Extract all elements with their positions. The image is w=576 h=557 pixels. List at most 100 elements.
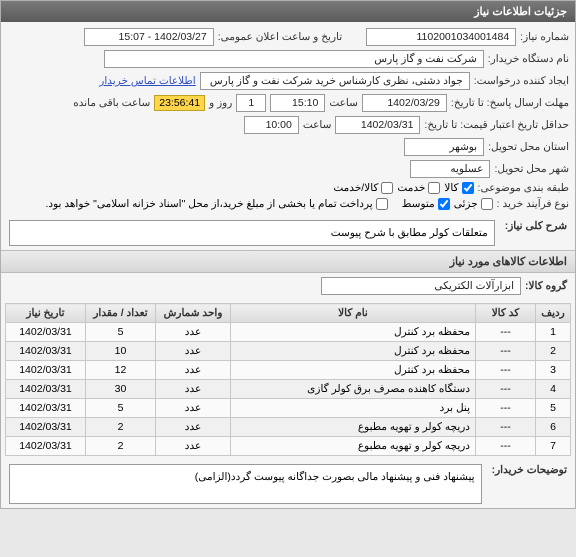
- goods-table: ردیف کد کالا نام کالا واحد شمارش تعداد /…: [5, 303, 571, 456]
- valid-date: 1402/03/31: [335, 116, 420, 134]
- goods-table-wrap: ردیف کد کالا نام کالا واحد شمارش تعداد /…: [1, 303, 575, 456]
- requester-label: ایجاد کننده درخواست:: [474, 75, 569, 87]
- chk-partial-input[interactable]: [481, 198, 493, 210]
- chk-both-label: کالا/خدمت: [333, 182, 378, 194]
- chk-service-input[interactable]: [428, 182, 440, 194]
- cell-date: 1402/03/31: [6, 437, 86, 456]
- cell-unit: عدد: [156, 323, 231, 342]
- cell-name: دریچه کولر و تهویه مطبوع: [231, 437, 476, 456]
- cell-n: 5: [536, 399, 571, 418]
- chk-medium[interactable]: متوسط: [402, 198, 450, 210]
- cell-unit: عدد: [156, 380, 231, 399]
- cell-name: محفظه برد کنترل: [231, 323, 476, 342]
- table-row[interactable]: 2---محفظه برد کنترلعدد101402/03/31: [6, 342, 571, 361]
- category-label: طبقه بندی موضوعی:: [478, 182, 569, 194]
- cell-unit: عدد: [156, 399, 231, 418]
- cell-code: ---: [476, 361, 536, 380]
- row-deadline: مهلت ارسال پاسخ: تا تاریخ: 1402/03/29 سا…: [7, 92, 569, 114]
- deadline-time: 15:10: [270, 94, 325, 112]
- cell-name: دریچه کولر و تهویه مطبوع: [231, 418, 476, 437]
- row-province: استان محل تحویل: بوشهر: [7, 136, 569, 158]
- chk-medium-input[interactable]: [438, 198, 450, 210]
- cell-qty: 12: [86, 361, 156, 380]
- cell-date: 1402/03/31: [6, 323, 86, 342]
- th-name: نام کالا: [231, 304, 476, 323]
- row-process: نوع فرآیند خرید : جزئی متوسط پرداخت تمام…: [7, 196, 569, 212]
- row-description: شرح کلی نیاز: متعلقات کولر مطابق با شرح …: [1, 216, 575, 250]
- cell-qty: 10: [86, 342, 156, 361]
- cell-code: ---: [476, 342, 536, 361]
- cell-code: ---: [476, 323, 536, 342]
- chk-kala-label: کالا: [444, 182, 458, 194]
- payment-note: پرداخت تمام یا بخشی از مبلغ خرید،از محل …: [46, 198, 373, 210]
- chk-both[interactable]: کالا/خدمت: [333, 182, 393, 194]
- th-row: ردیف: [536, 304, 571, 323]
- cell-date: 1402/03/31: [6, 342, 86, 361]
- cell-code: ---: [476, 380, 536, 399]
- goods-group-label: گروه کالا:: [525, 280, 567, 292]
- province-label: استان محل تحویل:: [488, 141, 569, 153]
- row-goods-group: گروه کالا: ابزارآلات الکتریکی: [1, 273, 575, 299]
- table-row[interactable]: 7---دریچه کولر و تهویه مطبوععدد21402/03/…: [6, 437, 571, 456]
- cell-n: 4: [536, 380, 571, 399]
- cell-code: ---: [476, 399, 536, 418]
- province-value: بوشهر: [404, 138, 484, 156]
- chk-service[interactable]: خدمت: [397, 182, 440, 194]
- chk-kala[interactable]: کالا: [444, 182, 473, 194]
- th-date: تاریخ نیاز: [6, 304, 86, 323]
- cell-qty: 5: [86, 323, 156, 342]
- cell-code: ---: [476, 418, 536, 437]
- city-label: شهر محل تحویل:: [494, 163, 569, 175]
- need-no-label: شماره نیاز:: [520, 31, 569, 43]
- day-label: روز و: [209, 97, 232, 109]
- process-label: نوع فرآیند خرید :: [497, 198, 569, 210]
- goods-group-value: ابزارآلات الکتریکی: [321, 277, 521, 295]
- row-valid-until: حداقل تاریخ اعتبار قیمت: تا تاریخ: 1402/…: [7, 114, 569, 136]
- chk-kala-input[interactable]: [462, 182, 474, 194]
- valid-time: 10:00: [244, 116, 299, 134]
- chk-partial-label: جزئی: [454, 198, 478, 210]
- table-row[interactable]: 6---دریچه کولر و تهویه مطبوععدد21402/03/…: [6, 418, 571, 437]
- announce-value: 1402/03/27 - 15:07: [84, 28, 214, 46]
- buyer-notes-label: توضیحات خریدار:: [492, 464, 567, 476]
- remaining-suffix: ساعت باقی مانده: [73, 97, 150, 109]
- days-remaining: 1: [236, 94, 266, 112]
- cell-unit: عدد: [156, 437, 231, 456]
- cell-date: 1402/03/31: [6, 361, 86, 380]
- cell-unit: عدد: [156, 342, 231, 361]
- chk-treasury[interactable]: پرداخت تمام یا بخشی از مبلغ خرید،از محل …: [46, 198, 388, 210]
- cell-qty: 2: [86, 437, 156, 456]
- city-value: عسلویه: [410, 160, 490, 178]
- buyer-notes-text: پیشنهاد فنی و پیشنهاد مالی بصورت جداگانه…: [9, 464, 482, 504]
- table-row[interactable]: 3---محفظه برد کنترلعدد121402/03/31: [6, 361, 571, 380]
- table-row[interactable]: 1---محفظه برد کنترلعدد51402/03/31: [6, 323, 571, 342]
- cell-date: 1402/03/31: [6, 418, 86, 437]
- chk-partial[interactable]: جزئی: [454, 198, 493, 210]
- cell-n: 1: [536, 323, 571, 342]
- contact-link[interactable]: اطلاعات تماس خریدار: [99, 75, 195, 87]
- buyer-org-value: شرکت نفت و گاز پارس: [104, 50, 484, 68]
- row-requester: ایجاد کننده درخواست: جواد دشتی، نظری کار…: [7, 70, 569, 92]
- chk-both-input[interactable]: [381, 182, 393, 194]
- info-block: شماره نیاز: 1102001034001484 تاریخ و ساع…: [1, 22, 575, 216]
- cell-name: دستگاه کاهنده مصرف برق کولر گازی: [231, 380, 476, 399]
- cell-name: محفظه برد کنترل: [231, 342, 476, 361]
- chk-treasury-input[interactable]: [376, 198, 388, 210]
- chk-service-label: خدمت: [397, 182, 425, 194]
- cell-unit: عدد: [156, 418, 231, 437]
- table-row[interactable]: 5---پنل بردعدد51402/03/31: [6, 399, 571, 418]
- valid-until-label: حداقل تاریخ اعتبار قیمت: تا تاریخ:: [424, 119, 569, 131]
- need-no-value: 1102001034001484: [366, 28, 516, 46]
- desc-label: شرح کلی نیاز:: [505, 220, 567, 232]
- deadline-from-label: مهلت ارسال پاسخ: تا تاریخ:: [451, 97, 569, 109]
- cell-qty: 2: [86, 418, 156, 437]
- table-row[interactable]: 4---دستگاه کاهنده مصرف برق کولر گازیعدد3…: [6, 380, 571, 399]
- cell-n: 2: [536, 342, 571, 361]
- announce-label: تاریخ و ساعت اعلان عمومی:: [218, 31, 342, 43]
- cell-date: 1402/03/31: [6, 399, 86, 418]
- th-unit: واحد شمارش: [156, 304, 231, 323]
- cell-n: 7: [536, 437, 571, 456]
- th-code: کد کالا: [476, 304, 536, 323]
- row-need-no: شماره نیاز: 1102001034001484 تاریخ و ساع…: [7, 26, 569, 48]
- need-details-panel: جزئیات اطلاعات نیاز شماره نیاز: 11020010…: [0, 0, 576, 509]
